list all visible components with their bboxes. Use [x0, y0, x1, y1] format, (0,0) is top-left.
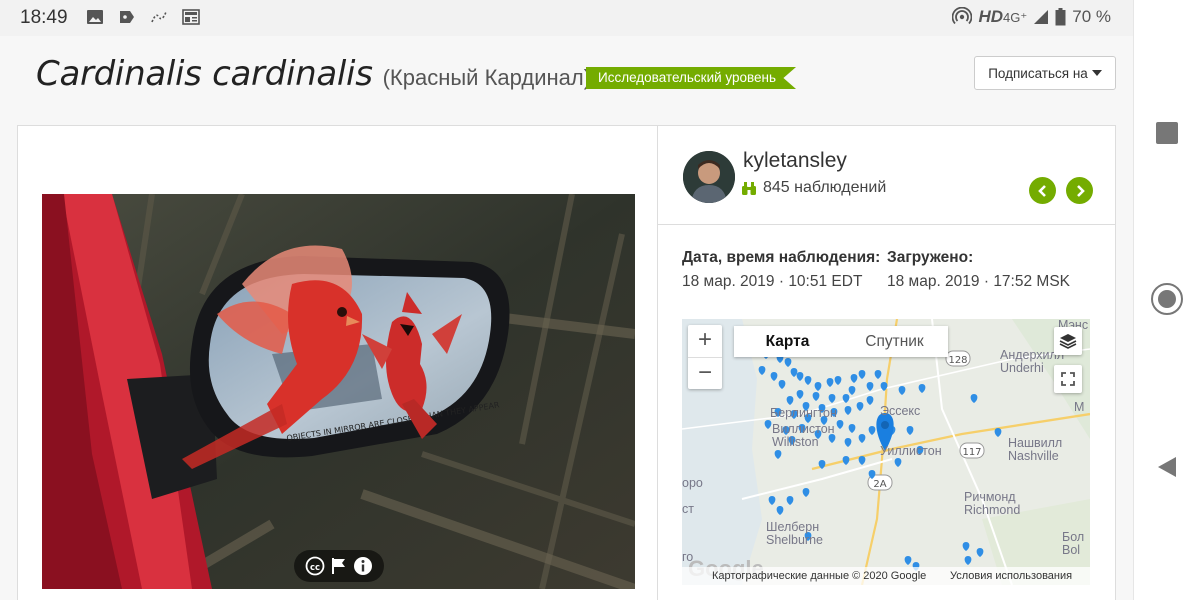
route-icon — [151, 11, 167, 23]
tag-icon — [120, 11, 134, 23]
observation-count-label: 845 наблюдений — [763, 179, 887, 196]
map-place-label: Виллистон Williston — [772, 422, 835, 449]
map-attribution: Картографические данные © 2020 Google — [712, 570, 927, 582]
uploaded-date-value: 18 мар. 2019 · 17:52 MSK — [887, 273, 1070, 290]
next-observation-button[interactable] — [1066, 177, 1093, 204]
section-divider — [658, 224, 1116, 225]
news-icon — [182, 9, 200, 25]
observation-map[interactable]: 128 117 2A Андерхилл Underhi Эссекс Берлингт… — [682, 319, 1090, 585]
column-divider — [657, 126, 658, 600]
info-icon[interactable] — [353, 556, 373, 576]
android-nav-bar — [1133, 0, 1200, 600]
status-time: 18:49 — [20, 7, 68, 28]
fullscreen-button[interactable] — [1054, 365, 1082, 393]
map-place-label: Нашвилл Nashville — [1008, 436, 1063, 463]
observed-date-label: Дата, время наблюдения: — [682, 249, 881, 266]
quality-grade-badge: Исследовательский уровень — [586, 67, 797, 89]
observer-username[interactable]: kyletansley — [743, 149, 847, 173]
map-footer: Картографические данные © 2020 Google Ус… — [682, 567, 1090, 585]
zoom-in-button[interactable]: + — [688, 325, 722, 357]
taxon-title[interactable]: Cardinalis cardinalis (Красный Кардинал) — [36, 54, 591, 94]
fullscreen-icon — [1061, 372, 1075, 386]
cc-license-icon[interactable]: cc — [305, 556, 325, 576]
map-place-label: ст — [682, 502, 694, 516]
back-icon — [1158, 457, 1176, 477]
battery-level: 70 % — [1072, 7, 1111, 26]
binoculars-icon — [742, 182, 756, 195]
observation-photo[interactable]: OBJECTS IN MIRROR ARE CLOSER THAN THEY A… — [42, 194, 635, 589]
map-place-label: Уиллистон — [880, 444, 942, 458]
observation-card: OBJECTS IN MIRROR ARE CLOSER THAN THEY A… — [17, 125, 1116, 600]
observed-date-value: 18 мар. 2019 · 10:51 EDT — [682, 273, 863, 290]
home-button[interactable] — [1151, 283, 1183, 315]
layers-icon — [1059, 334, 1077, 349]
chevron-right-icon — [1076, 184, 1085, 197]
common-name: (Красный Кардинал) — [382, 65, 592, 90]
hotspot-icon — [952, 7, 973, 25]
cardinal-mirror-photo: OBJECTS IN MIRROR ARE CLOSER THAN THEY A… — [42, 194, 635, 589]
layers-button[interactable] — [1054, 327, 1082, 355]
status-bar: 18:49 HD4G⁺ 70 % — [0, 0, 1133, 36]
tab-satellite[interactable]: Спутник — [841, 326, 948, 357]
scientific-name[interactable]: Cardinalis cardinalis — [36, 54, 373, 94]
map-place-label: Бол Bol — [1062, 530, 1085, 557]
subscribe-label: Подписаться на — [988, 65, 1088, 81]
user-avatar[interactable] — [683, 151, 735, 203]
flag-icon[interactable] — [331, 557, 347, 575]
map-place-label: Эссекс — [880, 404, 921, 418]
battery-icon — [1055, 8, 1066, 26]
observation-page: Cardinalis cardinalis (Красный Кардинал)… — [0, 36, 1133, 600]
map-place-label: Шелберн Shelburne — [766, 520, 823, 547]
map-type-tabs: Карта Спутник — [734, 326, 948, 357]
gallery-icon — [87, 10, 103, 24]
caret-down-icon — [1091, 70, 1102, 76]
svg-text:2A: 2A — [873, 479, 886, 490]
previous-observation-button[interactable] — [1029, 177, 1056, 204]
back-button[interactable] — [1156, 455, 1178, 484]
zoom-controls: + − — [688, 325, 722, 389]
map-place-label: M — [1074, 400, 1085, 414]
map-place-label: Ричмонд Richmond — [964, 490, 1021, 517]
tab-map[interactable]: Карта — [734, 326, 841, 357]
network-label: HD4G⁺ — [978, 7, 1028, 26]
zoom-out-button[interactable]: − — [688, 357, 722, 389]
photo-controls: cc — [294, 550, 384, 582]
map-place-label: оро — [682, 476, 703, 490]
map-terms-link[interactable]: Условия использования — [950, 567, 1072, 585]
svg-text:cc: cc — [310, 563, 320, 573]
observation-count[interactable]: 845 наблюдений — [741, 179, 886, 197]
recent-apps-button[interactable] — [1156, 122, 1178, 144]
avatar-image — [683, 151, 735, 203]
uploaded-date-label: Загружено: — [887, 249, 974, 266]
map-place-label: Берлингтон — [770, 406, 837, 420]
signal-icon — [1034, 10, 1049, 24]
chevron-left-icon — [1037, 184, 1046, 197]
svg-text:128: 128 — [948, 355, 967, 366]
subscribe-button[interactable]: Подписаться на — [974, 56, 1116, 90]
home-icon — [1158, 290, 1176, 308]
route-shield: 128 — [945, 350, 971, 367]
